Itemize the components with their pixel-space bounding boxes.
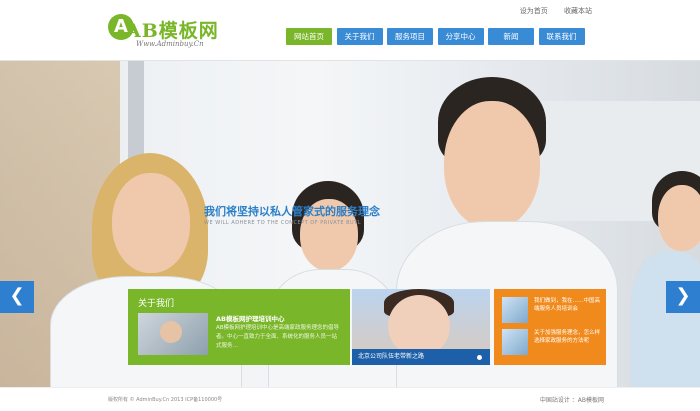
photo-panel[interactable]: 北京公司队伍老带新之路	[352, 289, 490, 365]
news-panel: 我们做到，我在……中国高端服务人员培训会 关于加强服务理念，怎么样选择家政服务的…	[494, 289, 606, 365]
nurse-right-coat	[630, 251, 700, 387]
site-logo[interactable]: A AB模板网 Www.Adminbuy.Cn	[108, 14, 228, 50]
about-headline[interactable]: AB模板网护理培训中心	[216, 313, 285, 323]
about-panel[interactable]: 关于我们 AB模板网护理培训中心 AB模板网护理培训中心是高端家政服务理念的倡导…	[128, 289, 350, 365]
set-homepage-link[interactable]: 设为首页	[520, 7, 548, 15]
news-thumbnail[interactable]	[502, 329, 528, 355]
logo-name: AB模板网	[126, 20, 219, 42]
news-title[interactable]: 我们做到，我在……中国高端服务人员培训会	[534, 297, 602, 313]
chevron-right-icon: ❯	[675, 285, 691, 306]
top-links: 设为首页 收藏本站	[506, 6, 592, 16]
hero-slogan: 我们将坚持以私人管家式的服务理念	[204, 205, 380, 218]
nav-item-news[interactable]: 新闻	[488, 28, 534, 45]
hero-slogan-english: WE WILL ADHERE TO THE CONCEPT OF PRIVATE…	[204, 220, 362, 226]
news-title[interactable]: 关于加强服务理念，怎么样选择家政服务的方法呢	[534, 329, 602, 345]
logo-subtitle: Www.Adminbuy.Cn	[136, 40, 204, 48]
bookmark-link[interactable]: 收藏本站	[564, 7, 592, 15]
about-title: 关于我们	[138, 299, 175, 309]
nav-item-share[interactable]: 分享中心	[437, 28, 484, 45]
nav-item-about[interactable]: 关于我们	[336, 28, 383, 45]
nav-item-services[interactable]: 服务项目	[387, 28, 433, 45]
nav-item-contact[interactable]: 联系我们	[538, 28, 585, 45]
nav-item-home[interactable]: 网站首页	[286, 28, 332, 45]
photo-indicator-dot[interactable]	[477, 355, 482, 360]
site-header: A AB模板网 Www.Adminbuy.Cn 设为首页 收藏本站 网站首页 关…	[0, 0, 700, 61]
footer-copyright: 版权所有 © AdminBuy.Cn 2013 ICP备110000号	[108, 397, 223, 403]
chevron-left-icon: ❮	[9, 285, 25, 306]
site-footer: 版权所有 © AdminBuy.Cn 2013 ICP备110000号 中国站设…	[0, 387, 700, 411]
about-thumbnail[interactable]	[138, 313, 208, 355]
photo-face	[388, 295, 450, 357]
news-item[interactable]: 关于加强服务理念，怎么样选择家政服务的方法呢	[502, 329, 602, 359]
nurse-right-face	[658, 185, 700, 251]
news-item[interactable]: 我们做到，我在……中国高端服务人员培训会	[502, 297, 602, 327]
nurse-left-face	[112, 173, 190, 273]
thumbnail-person	[160, 321, 182, 343]
footer-credit[interactable]: 中国站设计 ：AB模板网	[540, 395, 604, 404]
photo-caption[interactable]: 北京公司队伍老带新之路	[352, 349, 490, 365]
news-thumbnail[interactable]	[502, 297, 528, 323]
doctor-face	[444, 101, 540, 229]
slider-next-button[interactable]: ❯	[666, 281, 700, 313]
main-nav: 网站首页 关于我们 服务项目 分享中心 新闻 联系我们	[286, 28, 589, 46]
about-description: AB模板网护理培训中心是高端家政服务理念的倡导者。中心一直致力于全面、系统化的服…	[216, 325, 340, 349]
slider-prev-button[interactable]: ❮	[0, 281, 34, 313]
